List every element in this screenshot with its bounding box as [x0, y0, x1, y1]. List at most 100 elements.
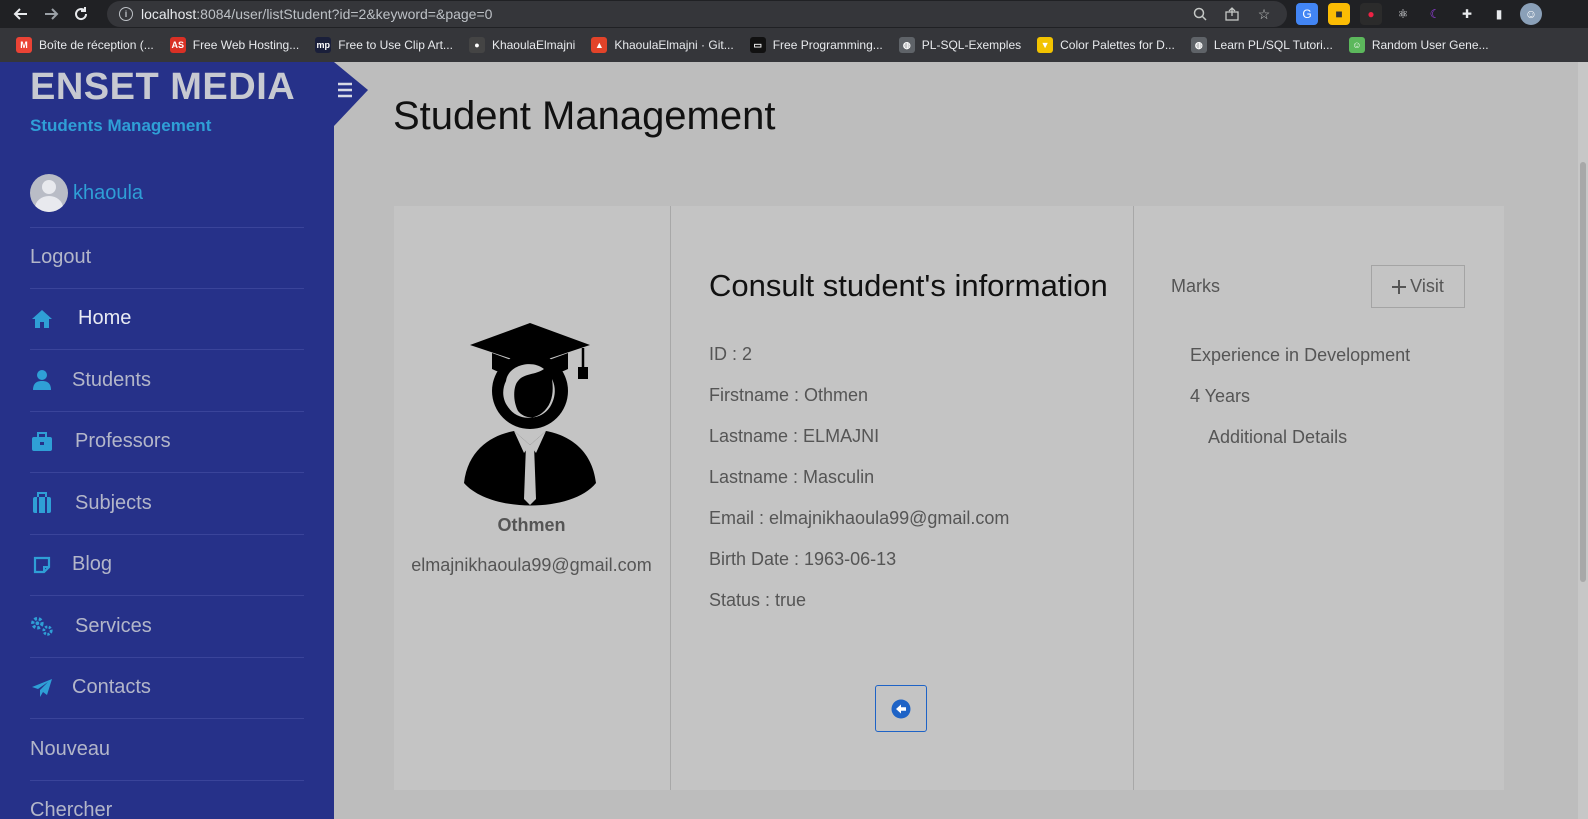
address-bar[interactable]: i localhost:8084/user/listStudent?id=2&k…: [107, 1, 1287, 27]
bookmark-label: Color Palettes for D...: [1060, 38, 1175, 52]
forward-arrow-icon[interactable]: [36, 0, 66, 28]
username[interactable]: khaoula: [73, 182, 143, 205]
home-icon: [30, 307, 54, 331]
zoom-icon[interactable]: [1191, 5, 1209, 23]
translate-extension-icon[interactable]: G: [1296, 3, 1318, 25]
randomuser-icon: ☺: [1348, 37, 1365, 53]
back-button[interactable]: [875, 685, 927, 732]
bookmarks-bar: M Boîte de réception (... AS Free Web Hosti…: [0, 28, 1588, 62]
keep-extension-icon[interactable]: ■: [1328, 3, 1350, 25]
profile-avatar-icon[interactable]: ☺: [1520, 3, 1542, 25]
bookmark-item[interactable]: ▭ Free Programming...: [742, 31, 891, 59]
marks-label: Marks: [1171, 276, 1220, 296]
sidebar-item-students[interactable]: Students: [30, 350, 304, 412]
experience-title: Experience in Development: [1190, 345, 1411, 365]
globe-icon: ◍: [1190, 37, 1207, 53]
sidebar-item-services[interactable]: Services: [30, 596, 304, 658]
github-icon: ●: [468, 37, 485, 53]
experience-value: 4 Years: [1190, 386, 1251, 406]
colorpick-extension-icon[interactable]: ●: [1360, 3, 1382, 25]
column-divider: [670, 206, 671, 790]
briefcase-icon: [30, 430, 54, 454]
bookmark-label: Free to Use Clip Art...: [338, 38, 453, 52]
sidebar-item-label: Contacts: [72, 676, 151, 699]
react-extension-icon[interactable]: ⚛: [1392, 3, 1414, 25]
sidebar-item-label: Subjects: [75, 491, 152, 514]
sidebar-item-label: Chercher: [30, 799, 113, 819]
sidebar-item-blog[interactable]: Blog: [30, 535, 304, 596]
bookmark-item[interactable]: ◍ Learn PL/SQL Tutori...: [1183, 31, 1341, 59]
student-email: elmajnikhaoula99@gmail.com: [411, 555, 652, 575]
user-icon: [30, 368, 54, 392]
sidebar-item-label: Home: [78, 307, 132, 330]
globe-icon: ◍: [898, 37, 915, 53]
gmail-icon: M: [16, 37, 32, 53]
sidebar-item-contacts[interactable]: Contacts: [30, 658, 304, 719]
bookmark-label: Boîte de réception (...: [39, 38, 154, 52]
info-line: Lastname : ELMAJNI: [709, 426, 880, 446]
sidebar-item-label: Nouveau: [30, 737, 111, 760]
info-line: Birth Date : 1963-06-13: [709, 549, 897, 569]
user-profile[interactable]: khaoula: [30, 174, 143, 212]
sidebar-item-home[interactable]: Home: [30, 289, 304, 350]
side-panel-icon[interactable]: ▮: [1488, 3, 1510, 25]
bookmark-item[interactable]: AS Free Web Hosting...: [162, 31, 308, 59]
brand-subtitle: Students Management: [30, 116, 212, 135]
sidebar-menu: Logout Home Students Professors Subjects Blog…: [30, 227, 304, 819]
sidebar-item-label: Professors: [75, 430, 171, 453]
bookmark-label: Learn PL/SQL Tutori...: [1213, 38, 1333, 52]
bookmark-item[interactable]: M Boîte de réception (...: [8, 31, 162, 59]
page-scrollbar[interactable]: [1578, 62, 1588, 819]
sidebar-item-professors[interactable]: Professors: [30, 412, 304, 473]
sidebar-item-chercher[interactable]: Chercher: [30, 781, 304, 819]
bookmark-item[interactable]: ◍ PL-SQL-Exemples: [891, 31, 1029, 59]
bookmark-item[interactable]: ☺ Random User Gene...: [1341, 31, 1497, 59]
graduate-icon: [462, 323, 600, 511]
share-icon[interactable]: [1223, 5, 1241, 23]
avatar: [30, 174, 68, 212]
visit-button-label: Visit: [1410, 276, 1444, 296]
bookmark-label: Free Web Hosting...: [192, 38, 300, 52]
reload-icon[interactable]: [66, 0, 96, 28]
bookmark-label: PL-SQL-Exemples: [921, 38, 1022, 52]
bookmark-star-icon[interactable]: ☆: [1255, 5, 1273, 23]
bookmark-item[interactable]: mp Free to Use Clip Art...: [307, 31, 461, 59]
info-line: Lastname : Masculin: [709, 467, 875, 487]
sidebar-toggle-button[interactable]: [334, 62, 368, 126]
column-divider: [1133, 206, 1134, 790]
dark-mode-extension-icon[interactable]: ☾: [1424, 3, 1446, 25]
address-url: localhost:8084/user/listStudent?id=2&key…: [141, 6, 493, 22]
info-line: Firstname : Othmen: [709, 385, 869, 405]
note-icon: [30, 553, 54, 577]
bookmark-item[interactable]: ▲ KhaoulaElmajni · Git...: [583, 31, 741, 59]
clipart-icon: mp: [315, 37, 332, 53]
page-title: Student Management: [393, 94, 776, 138]
arrow-circle-left-icon: [891, 699, 911, 718]
additional-details: Additional Details: [1208, 427, 1348, 447]
back-arrow-icon[interactable]: [6, 0, 36, 28]
paper-plane-icon: [30, 676, 54, 700]
sidebar-item-subjects[interactable]: Subjects: [30, 473, 304, 535]
suitcase-icon: [30, 491, 54, 515]
gitlab-icon: ▲: [591, 37, 608, 53]
palette-icon: ▼: [1037, 37, 1054, 53]
info-heading: Consult student's information: [709, 268, 1108, 303]
sidebar-item-nouveau[interactable]: Nouveau: [30, 719, 304, 781]
sidebar-item-label: Services: [75, 614, 152, 637]
brand-title: ENSET MEDIA: [30, 66, 296, 108]
site-info-icon[interactable]: i: [119, 7, 133, 21]
sidebar: ENSET MEDIA Students Management khaoula …: [0, 62, 334, 819]
sidebar-item-label: Students: [72, 368, 151, 391]
info-line: Email : elmajnikhaoula99@gmail.com: [709, 508, 1010, 528]
student-name: Othmen: [497, 515, 566, 535]
bookmark-item[interactable]: ▼ Color Palettes for D...: [1029, 31, 1183, 59]
programming-icon: ▭: [749, 37, 766, 53]
sidebar-item-logout[interactable]: Logout: [30, 227, 304, 289]
visit-button[interactable]: Visit: [1371, 265, 1465, 308]
sidebar-item-label: Blog: [72, 553, 113, 576]
bookmark-item[interactable]: ● KhaoulaElmajni: [461, 31, 583, 59]
puzzle-extensions-icon[interactable]: ✚: [1456, 3, 1478, 25]
scrollbar-thumb[interactable]: [1580, 162, 1586, 582]
gears-icon: [30, 614, 54, 638]
bookmark-label: KhaoulaElmajni · Git...: [614, 38, 734, 52]
